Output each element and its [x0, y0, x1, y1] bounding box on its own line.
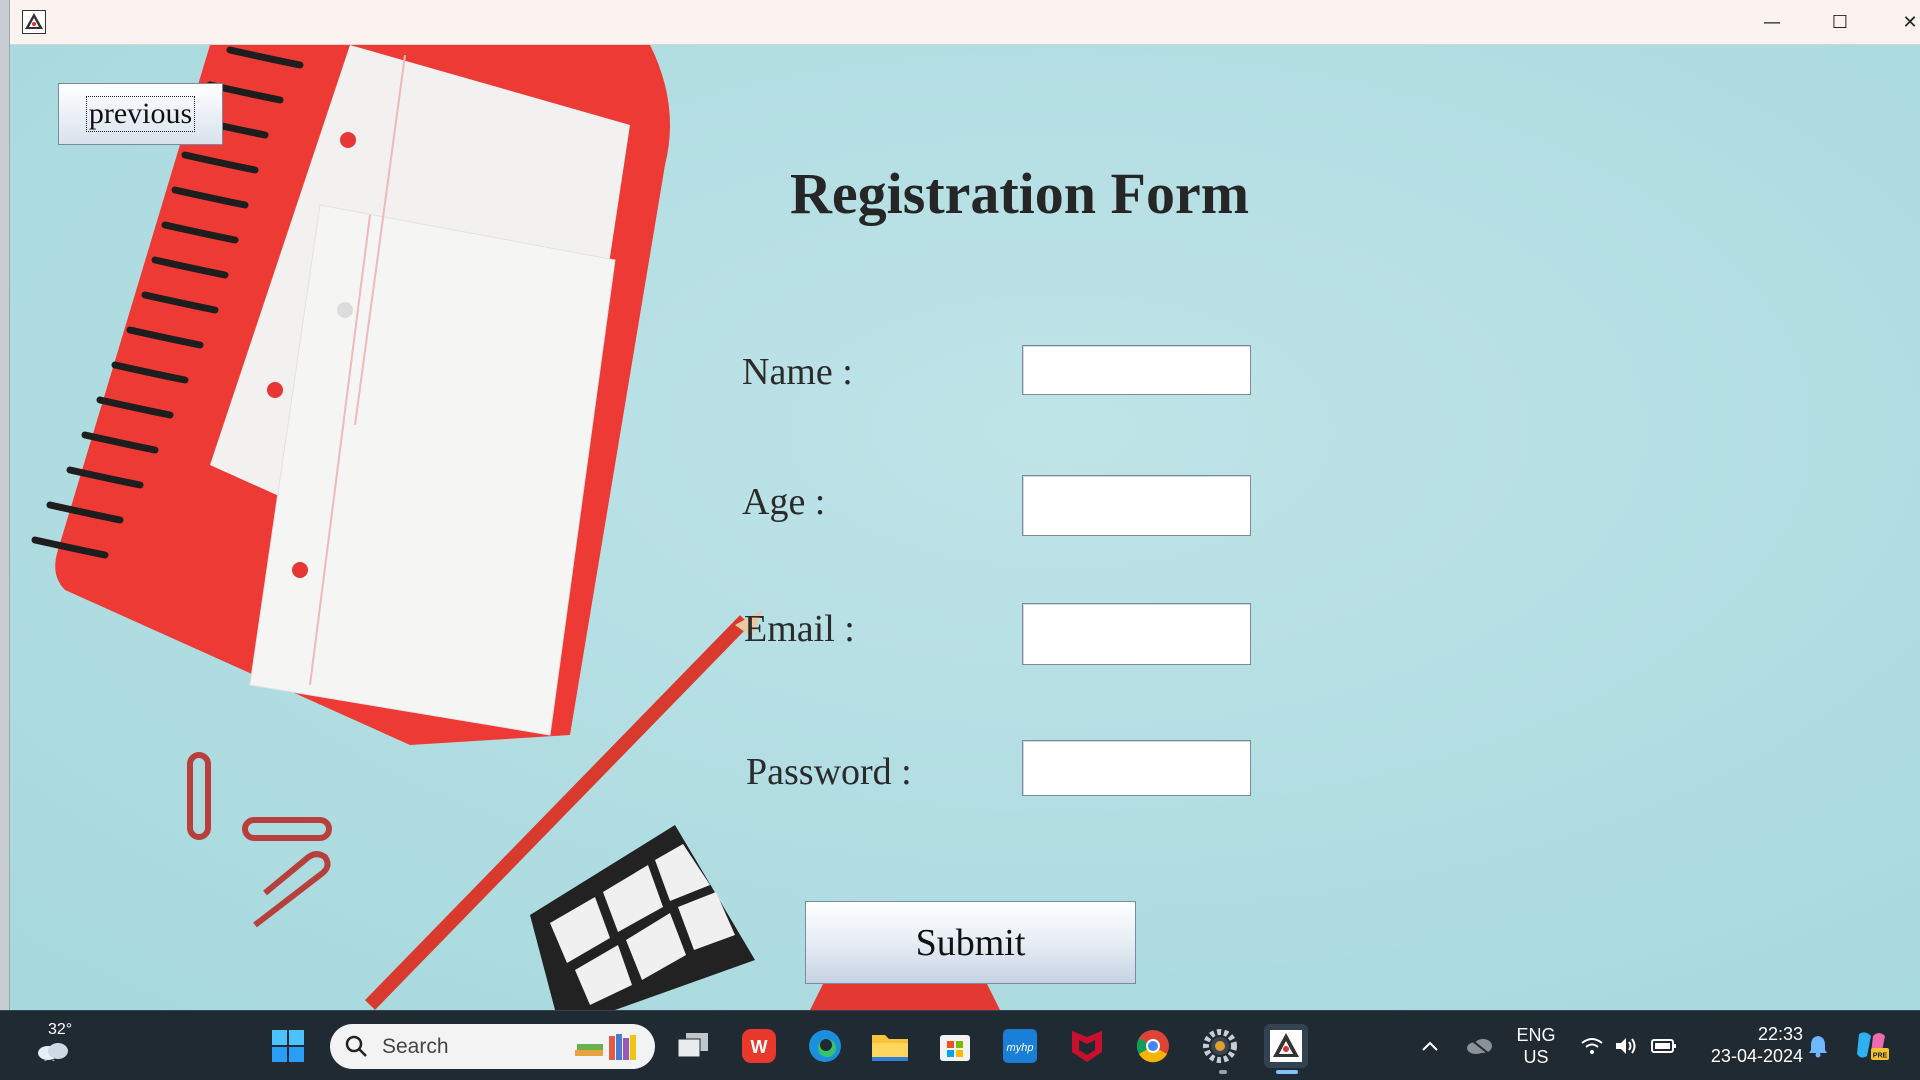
- java-app-taskbar-icon[interactable]: [1264, 1024, 1308, 1068]
- password-label: Password :: [746, 751, 912, 793]
- svg-text:W: W: [751, 1037, 768, 1057]
- email-label: Email :: [744, 608, 855, 650]
- name-label: Name :: [742, 351, 853, 393]
- weather-temp: 32°: [48, 1021, 73, 1038]
- notification-bell-icon[interactable]: [1796, 1024, 1840, 1068]
- age-label: Age :: [742, 481, 826, 523]
- settings-gear-icon[interactable]: [1198, 1024, 1242, 1068]
- form-title: Registration Form: [790, 161, 1250, 226]
- wps-office-icon[interactable]: W: [737, 1024, 781, 1068]
- minimize-button[interactable]: —: [1742, 0, 1802, 45]
- previous-button-label: previous: [85, 96, 196, 132]
- language-region: US: [1523, 1047, 1549, 1067]
- chrome-icon[interactable]: [1131, 1024, 1175, 1068]
- myhp-icon[interactable]: myhp: [998, 1024, 1042, 1068]
- password-field[interactable]: [1022, 740, 1251, 796]
- edge-icon[interactable]: [803, 1024, 847, 1068]
- clock-time: 22:33: [1757, 1024, 1803, 1044]
- copilot-icon[interactable]: PRE: [1850, 1024, 1894, 1068]
- clock-date: 23-04-2024: [1710, 1046, 1803, 1066]
- search-placeholder: Search: [382, 1035, 449, 1058]
- running-indicator: [1219, 1070, 1227, 1074]
- start-icon[interactable]: [266, 1024, 310, 1068]
- clock[interactable]: 22:33 23-04-2024: [1693, 1023, 1803, 1067]
- name-field[interactable]: [1022, 345, 1251, 395]
- form-panel: previous Registration Form Name : Age : …: [10, 45, 1920, 1010]
- previous-button[interactable]: previous: [58, 83, 223, 145]
- submit-button[interactable]: Submit: [805, 901, 1136, 984]
- window-titlebar: — ☐ ✕: [10, 0, 1920, 45]
- language-indicator[interactable]: ENG US: [1512, 1024, 1560, 1068]
- weather-widget[interactable]: 32°: [32, 1019, 82, 1073]
- close-button[interactable]: ✕: [1880, 0, 1920, 45]
- search-icon: [345, 1035, 367, 1057]
- java-app-icon: [22, 10, 46, 34]
- age-field[interactable]: [1022, 475, 1251, 536]
- email-field[interactable]: [1022, 603, 1251, 665]
- mcafee-icon[interactable]: [1065, 1024, 1109, 1068]
- microsoft-store-icon[interactable]: [933, 1024, 977, 1068]
- search-books-icon: [575, 1034, 636, 1060]
- task-view-icon[interactable]: [671, 1024, 715, 1068]
- file-explorer-icon[interactable]: [868, 1024, 912, 1068]
- chevron-up-icon[interactable]: [1408, 1024, 1452, 1068]
- svg-text:PRE: PRE: [1873, 1053, 1888, 1060]
- taskbar: 32° Search W myhp ENG US 22:33 23-04-202…: [0, 1010, 1920, 1080]
- language-code: ENG: [1516, 1025, 1556, 1045]
- desktop-edge: [0, 0, 10, 1010]
- active-indicator: [1276, 1070, 1298, 1074]
- svg-text:myhp: myhp: [1007, 1042, 1034, 1054]
- weather-cloud-icon: [38, 1043, 68, 1061]
- onedrive-icon[interactable]: [1457, 1024, 1501, 1068]
- taskbar-search[interactable]: Search: [330, 1024, 655, 1069]
- battery-icon[interactable]: [1642, 1024, 1686, 1068]
- maximize-button[interactable]: ☐: [1810, 0, 1870, 45]
